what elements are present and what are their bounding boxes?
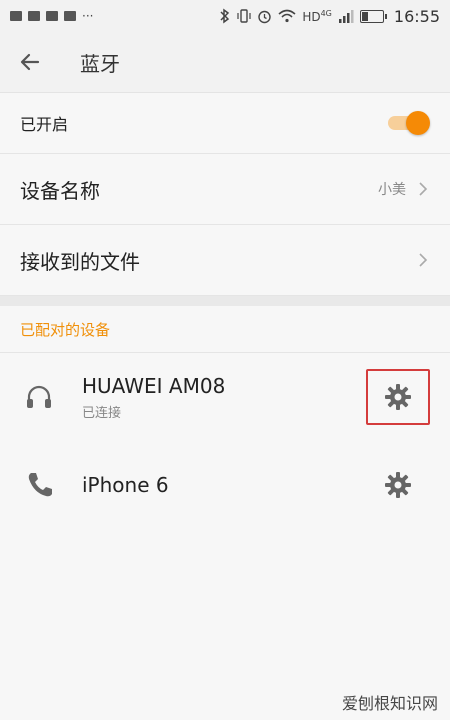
chevron-right-icon [419,253,428,267]
app-bar: 蓝牙 [0,32,450,93]
signal-icon [338,9,354,23]
device-info: iPhone 6 [82,473,169,497]
device-settings-button[interactable] [366,369,430,425]
back-arrow-icon[interactable] [18,50,42,74]
bluetooth-toggle[interactable] [388,111,430,135]
bluetooth-toggle-row[interactable]: 已开启 [0,93,450,154]
network-gen-label: 4G [320,8,332,18]
battery-icon [359,9,387,23]
network-hd-label: HD [302,9,321,24]
received-files-row[interactable]: 接收到的文件 [0,225,450,296]
device-name-row[interactable]: 设备名称 小美 [0,154,450,225]
more-notifications: ··· [82,9,94,23]
image-notification-icon [10,11,22,21]
app-notification-icon [46,11,58,21]
gallery-notification-icon [28,11,40,21]
bluetooth-icon [220,8,230,24]
paired-device-huawei[interactable]: HUAWEI AM08 已连接 [0,353,450,441]
status-bar: ··· HD4G 16:55 [0,0,450,32]
vibrate-icon [237,9,251,23]
device-name-value-group: 小美 [378,179,428,199]
phone-icon [28,473,52,497]
device-name: iPhone 6 [82,473,169,497]
section-divider [0,296,450,306]
toggle-thumb [406,111,430,135]
clock: 16:55 [393,6,440,26]
device-status: 已连接 [82,405,122,421]
received-files-chevron-group [418,252,428,268]
wifi-icon [278,9,296,23]
gear-icon [385,384,411,410]
alarm-icon [258,10,272,23]
headphones-icon [27,385,51,408]
app-notification-icon-2 [64,11,76,21]
gear-icon [385,472,411,498]
device-settings-button[interactable] [366,457,430,513]
paired-device-iphone[interactable]: iPhone 6 [0,441,450,529]
received-files-label: 接收到的文件 [20,249,140,274]
network-type: HD4G [302,9,332,24]
page-title: 蓝牙 [80,51,120,76]
bluetooth-toggle-label: 已开启 [20,115,69,134]
watermark: 爱刨根知识网 [341,694,438,713]
paired-devices-header: 已配对的设备 [0,306,450,353]
device-info: HUAWEI AM08 已连接 [82,374,225,421]
device-name-label: 设备名称 [20,178,100,203]
status-bar-system: HD4G 16:55 [219,7,440,26]
chevron-right-icon [419,182,428,196]
device-name-value: 小美 [378,182,406,198]
status-bar-notifications: ··· [10,9,93,23]
device-name: HUAWEI AM08 [82,373,226,398]
